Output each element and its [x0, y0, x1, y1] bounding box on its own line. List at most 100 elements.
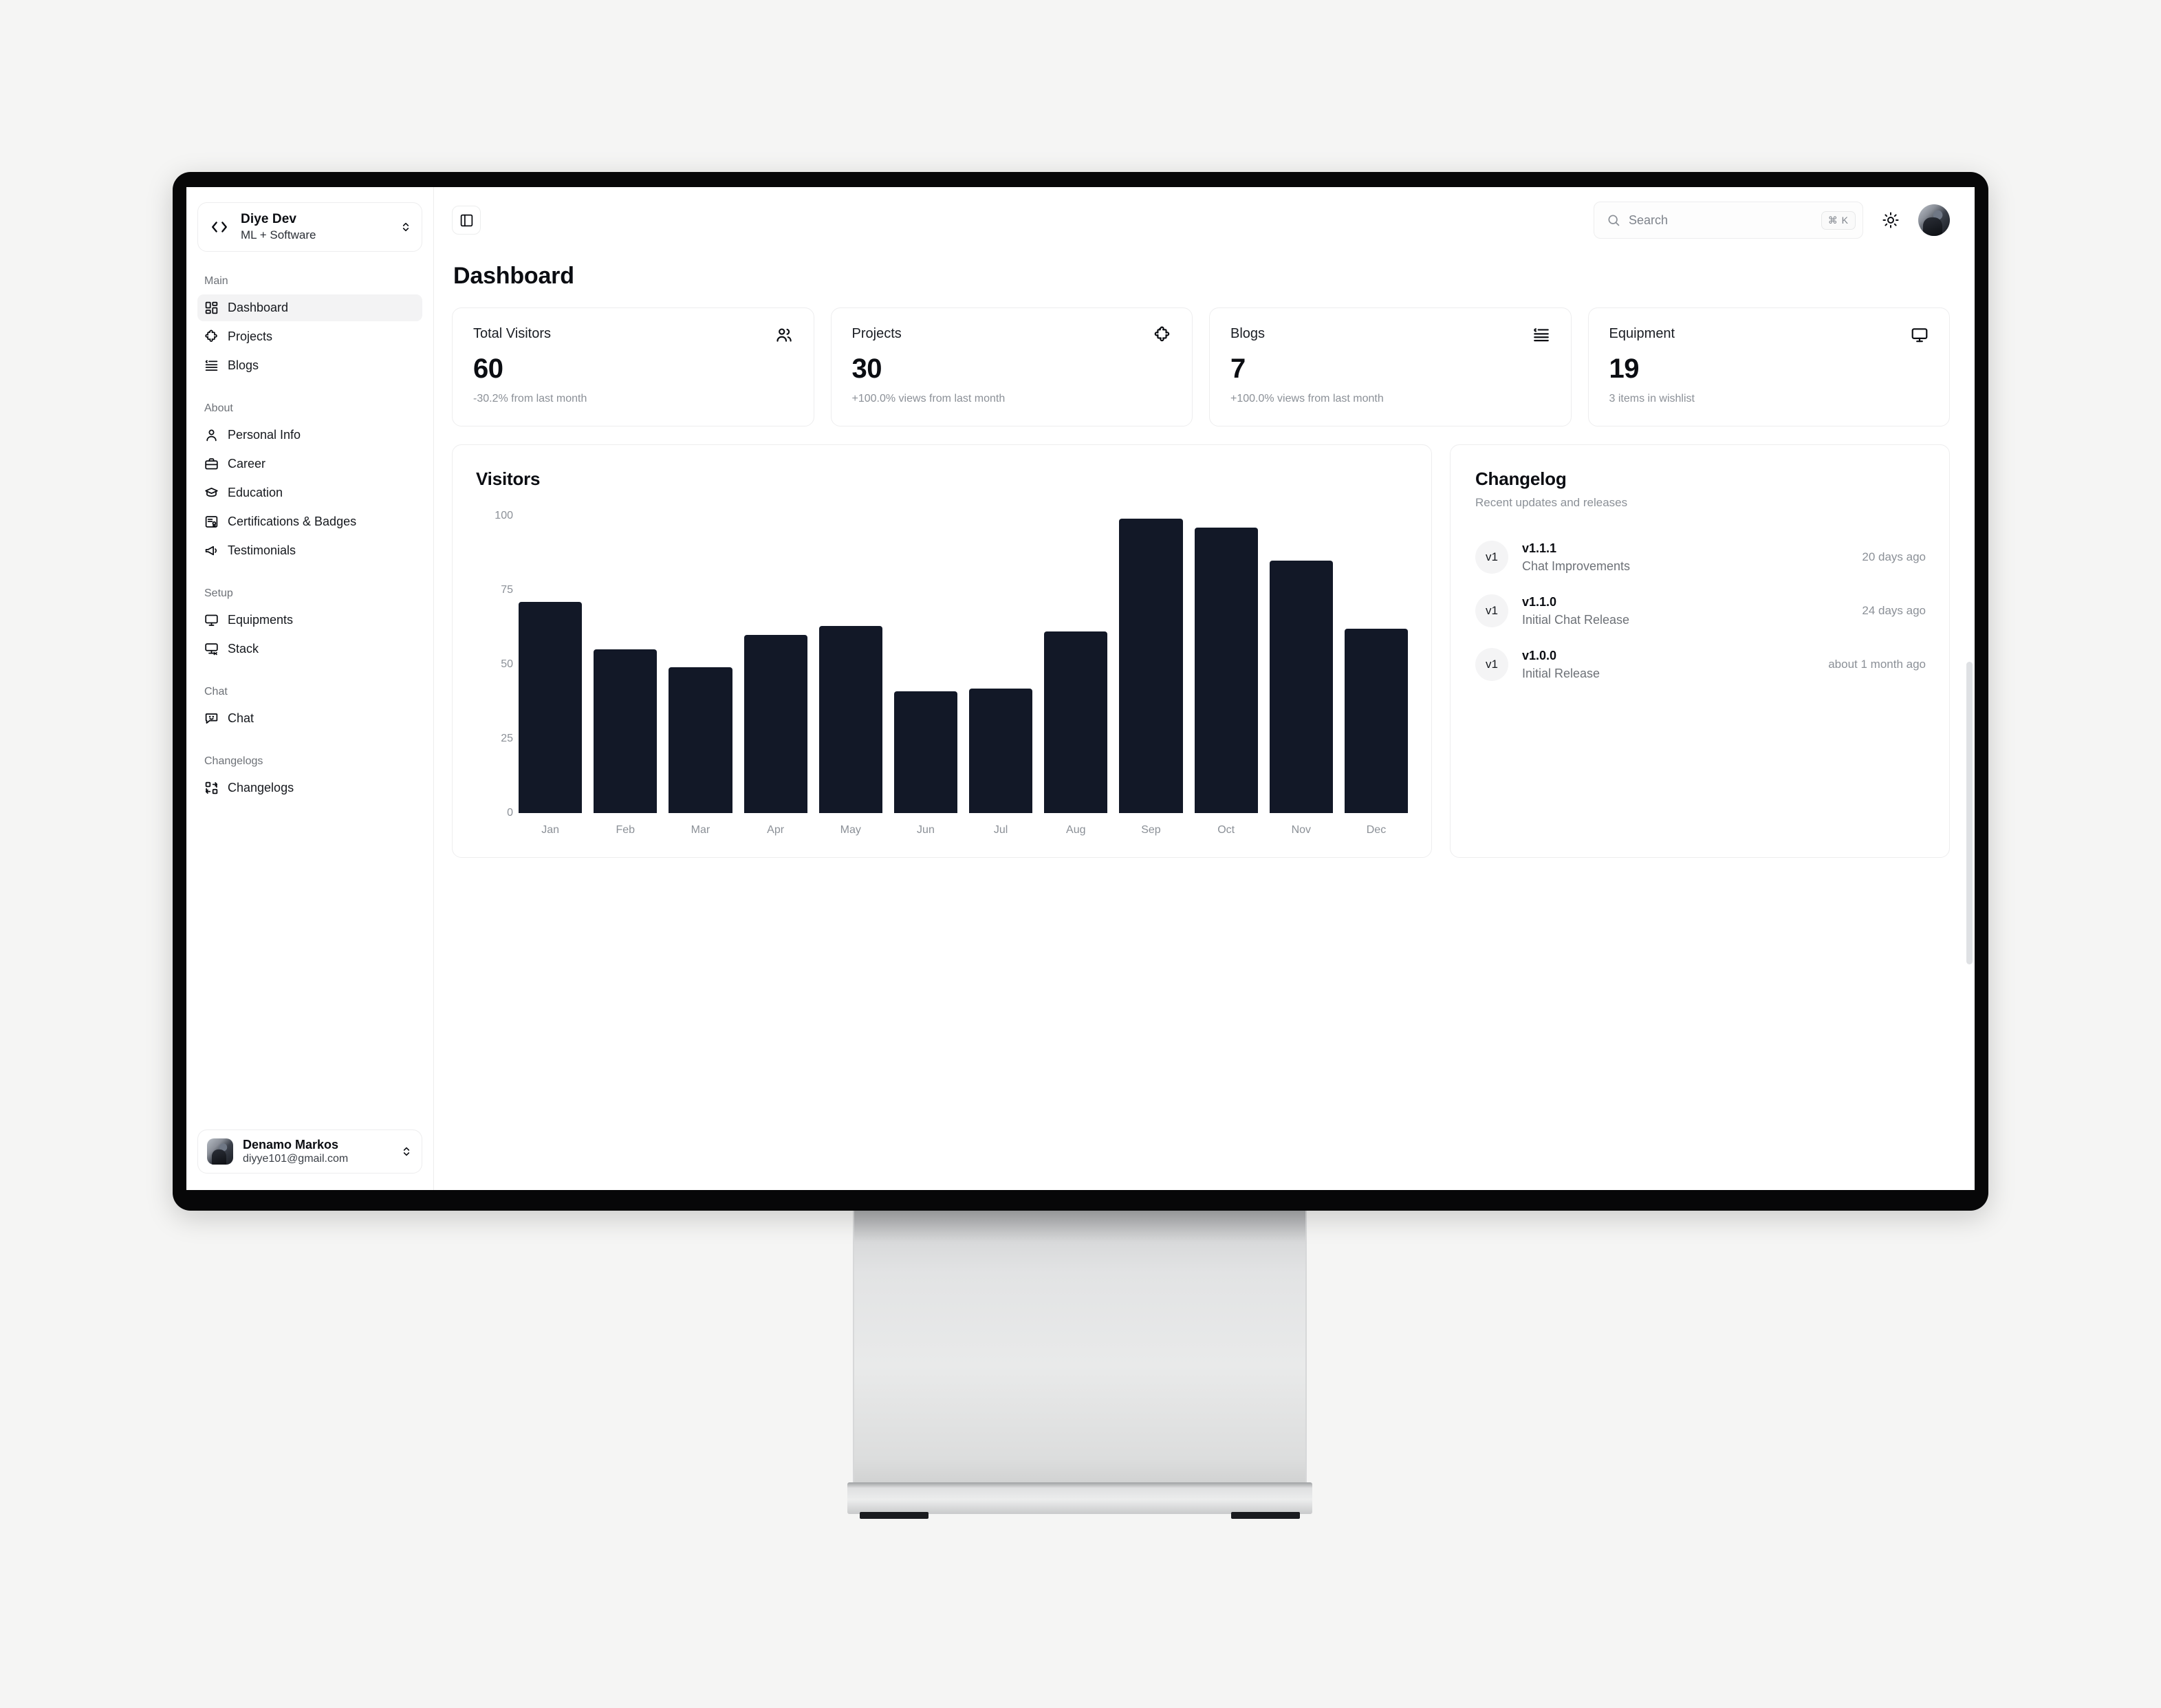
sidebar-item-career[interactable]: Career	[197, 451, 422, 477]
layout-dashboard-icon	[204, 301, 219, 315]
sidebar-item-personal-info[interactable]: Personal Info	[197, 422, 422, 448]
search-placeholder: Search	[1629, 213, 1669, 227]
stat-label: Blogs	[1230, 326, 1266, 341]
stat-card: Total Visitors 60 -30.2% from last month	[452, 307, 814, 426]
chart-bar[interactable]	[594, 516, 658, 813]
monitor-stand-neck	[853, 1211, 1307, 1493]
sidebar-item-label: Testimonials	[228, 543, 296, 557]
bar-rect	[1044, 631, 1108, 813]
x-axis-tick: Jan	[541, 824, 559, 836]
git-compare-icon	[204, 781, 219, 795]
message-smile-icon	[204, 711, 219, 726]
search-icon	[1607, 213, 1620, 227]
search-input[interactable]: Search ⌘ K	[1594, 202, 1863, 239]
sidebar-item-label: Changelogs	[228, 781, 294, 794]
x-axis-tick: Sep	[1141, 824, 1161, 836]
sidebar-item-label: Projects	[228, 329, 273, 343]
changelog-time: 20 days ago	[1862, 550, 1926, 563]
sidebar-item-changelogs[interactable]: Changelogs	[197, 775, 422, 801]
changelog-item[interactable]: v1 v1.1.0 Initial Chat Release 24 days ago	[1475, 584, 1926, 638]
version-badge: v1	[1475, 541, 1508, 574]
topbar: Search ⌘ K	[434, 187, 1975, 253]
x-axis-tick: Aug	[1066, 824, 1086, 836]
bar-rect	[969, 688, 1033, 813]
y-axis-tick: 50	[501, 658, 513, 670]
stat-card: Equipment 19 3 items in wishlist	[1587, 307, 1950, 426]
chart-bar[interactable]	[1194, 516, 1258, 813]
monitor-bezel: Diye Dev ML + Software Main Dashboard Proj…	[173, 172, 1988, 1211]
monitor-code-icon	[204, 642, 219, 656]
avatar[interactable]	[1918, 204, 1950, 236]
search-shortcut: ⌘ K	[1821, 210, 1856, 230]
chart-bar[interactable]	[1044, 516, 1108, 813]
user-icon	[204, 428, 219, 442]
stat-cards: Total Visitors 60 -30.2% from last month Pr…	[452, 307, 1950, 426]
y-axis-tick: 100	[495, 510, 513, 521]
changelog-description: Initial Chat Release	[1521, 612, 1630, 627]
x-axis-tick: Dec	[1366, 824, 1387, 836]
chart-bar[interactable]	[818, 516, 882, 813]
sidebar-item-projects[interactable]: Projects	[197, 323, 422, 350]
chart-bar[interactable]	[1344, 516, 1409, 813]
changelog-title: Changelog	[1475, 468, 1567, 489]
sidebar: Diye Dev ML + Software Main Dashboard Proj…	[186, 187, 434, 1190]
sidebar-item-blogs[interactable]: Blogs	[197, 352, 422, 379]
lower-panels: Visitors 0 25 50 75 100 Jan Feb Mar Apr May Jun Ju…	[452, 444, 1950, 858]
changelog-version: v1.0.0	[1521, 648, 1557, 662]
changelog-item[interactable]: v1 v1.1.1 Chat Improvements 20 days ago	[1475, 530, 1926, 584]
chart-bar[interactable]	[519, 516, 583, 813]
x-axis-tick: Oct	[1217, 824, 1235, 836]
sidebar-item-label: Education	[228, 486, 283, 499]
panel-left-icon[interactable]	[452, 206, 481, 235]
sidebar-section-label: Setup	[204, 587, 233, 599]
chart-bar[interactable]	[1269, 516, 1333, 813]
avatar	[207, 1138, 233, 1165]
sidebar-item-testimonials[interactable]: Testimonials	[197, 537, 422, 564]
graduation-cap-icon	[204, 486, 219, 500]
page-content: Dashboard Total Visitors 60 -30.2% from la…	[434, 253, 1975, 1190]
chart-bar[interactable]	[1119, 516, 1183, 813]
sidebar-item-stack[interactable]: Stack	[197, 636, 422, 662]
sidebar-item-label: Blogs	[228, 358, 259, 372]
changelog-description: Chat Improvements	[1521, 559, 1631, 573]
sidebar-item-certifications-badges[interactable]: Certifications & Badges	[197, 508, 422, 535]
stat-subtext: +100.0% views from last month	[851, 393, 1006, 404]
monitor-icon	[204, 613, 219, 627]
changelog-item[interactable]: v1 v1.0.0 Initial Release about 1 month ago	[1475, 638, 1926, 691]
bar-rect	[1194, 528, 1258, 813]
scrollbar[interactable]	[1966, 662, 1973, 964]
sidebar-item-equipments[interactable]: Equipments	[197, 607, 422, 634]
x-axis-tick: Feb	[616, 824, 636, 836]
stat-label: Projects	[851, 326, 902, 341]
chart-bar[interactable]	[669, 516, 732, 813]
sidebar-section-label: Main	[204, 275, 228, 287]
changelog-list: v1 v1.1.1 Chat Improvements 20 days ago v1 v1…	[1475, 530, 1926, 691]
bar-rect	[1269, 560, 1333, 813]
sidebar-item-education[interactable]: Education	[197, 479, 422, 506]
chart-bars	[519, 516, 1409, 813]
sidebar-item-label: Certifications & Badges	[228, 515, 357, 528]
sidebar-item-chat[interactable]: Chat	[197, 705, 422, 732]
quote-list-icon	[1532, 326, 1550, 344]
stat-subtext: +100.0% views from last month	[1230, 393, 1384, 404]
sun-icon[interactable]	[1876, 205, 1906, 235]
chart-plot: 0 25 50 75 100 Jan Feb Mar Apr May Jun Jul Aug Sep Oc…	[476, 510, 1409, 839]
sidebar-item-label: Dashboard	[228, 301, 289, 314]
bar-rect	[594, 649, 658, 813]
stat-label: Total Visitors	[473, 326, 552, 341]
version-badge: v1	[1475, 648, 1508, 681]
sidebar-item-dashboard[interactable]: Dashboard	[197, 294, 422, 321]
sidebar-user-card[interactable]: Denamo Markos diyye101@gmail.com	[197, 1129, 422, 1174]
x-axis-tick: Jul	[993, 824, 1008, 836]
y-axis-tick: 0	[507, 807, 513, 819]
code-brackets-icon	[208, 215, 231, 239]
main-area: Search ⌘ K Dashboard Total Visitors 60 -30…	[434, 187, 1975, 1190]
sidebar-section-label: About	[204, 402, 233, 414]
chart-bar[interactable]	[743, 516, 807, 813]
chevron-up-down-icon	[400, 1146, 413, 1157]
chart-bar[interactable]	[893, 516, 958, 813]
brand-switcher[interactable]: Diye Dev ML + Software	[197, 202, 422, 252]
sidebar-nav: Main Dashboard Projects Blogs About Personal …	[186, 252, 433, 1129]
monitor-stand-base	[847, 1482, 1312, 1514]
chart-bar[interactable]	[969, 516, 1033, 813]
